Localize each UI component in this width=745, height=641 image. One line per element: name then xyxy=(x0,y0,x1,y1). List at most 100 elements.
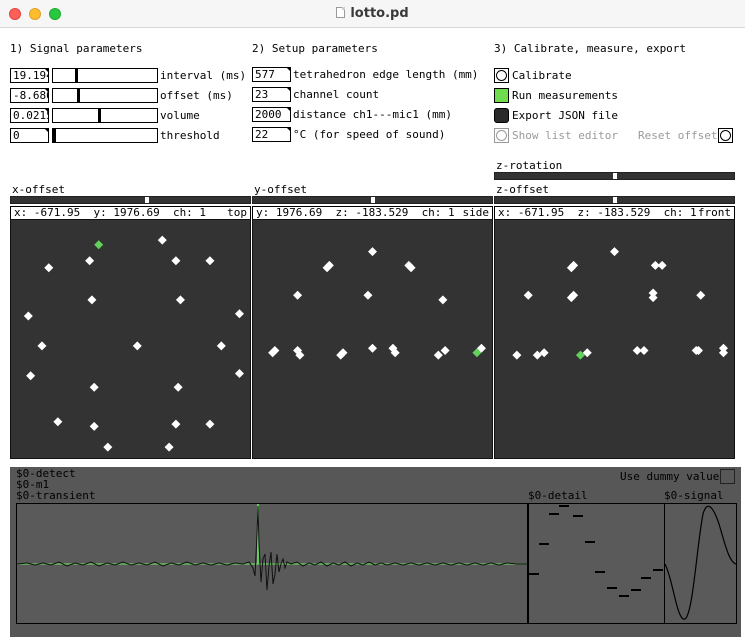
slider-knob[interactable] xyxy=(613,197,617,203)
channel-point[interactable] xyxy=(440,346,450,355)
export-json-button[interactable] xyxy=(494,108,509,123)
reset-offsets-bang[interactable] xyxy=(718,128,733,143)
channel-point[interactable] xyxy=(368,247,377,257)
channel-point[interactable] xyxy=(44,263,54,273)
channel-point[interactable] xyxy=(53,417,63,427)
front-view-canvas[interactable] xyxy=(494,219,735,459)
window-title-text: lotto.pd xyxy=(350,6,409,21)
y-offset-slider[interactable] xyxy=(252,196,493,204)
channel-point[interactable] xyxy=(216,341,226,351)
channel-point[interactable] xyxy=(523,290,533,300)
reset-offsets-label: Reset offsets xyxy=(638,129,725,142)
channel-point[interactable] xyxy=(639,346,649,355)
channel-point[interactable] xyxy=(171,419,181,429)
channel-point[interactable] xyxy=(657,260,667,270)
slider-knob[interactable] xyxy=(53,129,56,142)
channel-point[interactable] xyxy=(23,311,33,321)
z-rotation-slider[interactable] xyxy=(494,172,735,180)
detail-steps xyxy=(529,505,663,597)
channel-point[interactable] xyxy=(37,341,47,351)
document-icon xyxy=(336,7,346,18)
channel-point[interactable] xyxy=(103,442,113,452)
top-view-canvas[interactable] xyxy=(10,219,251,459)
slider-knob[interactable] xyxy=(371,197,375,203)
channel-point[interactable] xyxy=(438,295,448,305)
offset-number[interactable]: -8.686 xyxy=(10,88,49,103)
z-offset-slider[interactable] xyxy=(494,196,735,204)
selected-channel-point[interactable] xyxy=(94,240,104,250)
setup-parameters-title: 2) Setup parameters xyxy=(252,42,378,55)
selected-channel-point[interactable] xyxy=(575,350,585,360)
side-view-canvas[interactable] xyxy=(252,219,493,459)
channel-point[interactable] xyxy=(532,350,542,360)
window-title: lotto.pd xyxy=(0,6,745,21)
channel-point[interactable] xyxy=(582,348,592,358)
channel-point[interactable] xyxy=(85,256,95,266)
slider-knob[interactable] xyxy=(613,173,617,179)
channel-point[interactable] xyxy=(363,290,373,300)
temperature-number[interactable]: 22 xyxy=(252,127,291,142)
channel-point[interactable] xyxy=(205,419,215,429)
transient-trace xyxy=(16,505,527,591)
x-offset-slider[interactable] xyxy=(10,196,251,204)
channel-point[interactable] xyxy=(539,348,549,358)
side-view-header: y: 1976.69 z: -183.529 ch: 1 side xyxy=(252,206,493,219)
bang-circle-icon xyxy=(496,70,507,81)
offset-slider[interactable] xyxy=(52,88,158,103)
transient-waveform xyxy=(16,504,527,591)
detail-scope xyxy=(528,503,665,624)
channel-point[interactable] xyxy=(205,256,215,266)
channel-point[interactable] xyxy=(173,382,183,392)
channel-point[interactable] xyxy=(89,382,99,392)
distance-label: distance ch1---mic1 (mm) xyxy=(293,108,452,121)
channel-point[interactable] xyxy=(87,295,97,305)
threshold-number[interactable]: 0 xyxy=(10,128,49,143)
interval-number[interactable]: 19.194 xyxy=(10,68,49,83)
slider-knob[interactable] xyxy=(98,109,101,122)
volume-slider[interactable] xyxy=(52,108,158,123)
channel-point[interactable] xyxy=(433,350,443,360)
channel-point[interactable] xyxy=(368,343,377,353)
edge-length-number[interactable]: 577 xyxy=(252,67,291,82)
channel-point[interactable] xyxy=(610,247,619,257)
channel-point[interactable] xyxy=(512,350,522,360)
channel-point[interactable] xyxy=(648,293,658,303)
channel-point[interactable] xyxy=(293,290,303,300)
edge-length-label: tetrahedron edge length (mm) xyxy=(293,68,479,81)
front-view-readout: x: -671.95 z: -183.529 ch: 1 xyxy=(498,206,697,219)
volume-number[interactable]: 0.0215 xyxy=(10,108,49,123)
channel-point[interactable] xyxy=(164,442,174,452)
side-view-readout: y: 1976.69 z: -183.529 ch: 1 xyxy=(256,206,455,219)
interval-label: interval (ms) xyxy=(160,69,247,82)
run-measurements-toggle[interactable] xyxy=(494,88,509,103)
channel-point[interactable] xyxy=(171,256,181,266)
channel-point[interactable] xyxy=(234,369,244,378)
signal-waveform xyxy=(664,505,737,620)
channel-point[interactable] xyxy=(234,309,244,319)
channel-point[interactable] xyxy=(89,421,99,431)
channel-point[interactable] xyxy=(132,341,142,351)
slider-knob[interactable] xyxy=(77,89,80,102)
channel-point[interactable] xyxy=(718,343,728,353)
channel-point[interactable] xyxy=(175,295,185,305)
channel-point[interactable] xyxy=(157,235,167,245)
calibrate-bang[interactable] xyxy=(494,68,509,83)
slider-knob[interactable] xyxy=(145,197,149,203)
signal-parameters-title: 1) Signal parameters xyxy=(10,42,143,55)
threshold-slider[interactable] xyxy=(52,128,158,143)
channel-point[interactable] xyxy=(696,290,706,300)
interval-slider[interactable] xyxy=(52,68,158,83)
channel-count-label: channel count xyxy=(293,88,380,101)
channel-count-number[interactable]: 23 xyxy=(252,87,291,102)
side-view-points xyxy=(268,247,486,360)
slider-knob[interactable] xyxy=(75,69,78,82)
dummy-values-toggle[interactable] xyxy=(720,469,735,484)
front-view-name: front xyxy=(697,206,731,219)
show-list-editor-bang[interactable] xyxy=(494,128,509,143)
offset-label: offset (ms) xyxy=(160,89,233,102)
signal-scope xyxy=(664,503,737,624)
top-view-header: x: -671.95 y: 1976.69 ch: 1 top xyxy=(10,206,251,219)
distance-number[interactable]: 2000 xyxy=(252,107,291,122)
channel-point[interactable] xyxy=(26,371,36,381)
top-view-name: top xyxy=(227,206,247,219)
